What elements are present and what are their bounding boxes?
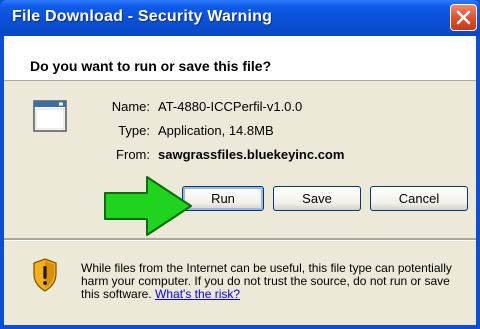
title-bar[interactable]: File Download - Security Warning [0,0,480,36]
close-button[interactable] [450,4,477,31]
cancel-button[interactable]: Cancel [370,186,468,211]
window-title: File Download - Security Warning [12,8,273,25]
green-arrow-icon [104,176,192,236]
shield-warning-icon [33,258,57,292]
whats-the-risk-link[interactable]: What's the risk? [155,287,240,301]
name-label: Name: [111,99,150,114]
type-value: Application, 14.8MB [158,123,274,138]
from-value: sawgrassfiles.bluekeyinc.com [158,147,345,162]
download-dialog-window: File Download - Security Warning Do you … [0,0,480,329]
type-label: Type: [118,123,150,138]
warning-text: While files from the Internet can be use… [81,262,471,301]
from-label: From: [116,147,150,162]
application-icon [33,100,67,132]
question-text: Do you want to run or save this file? [30,58,272,74]
name-value: AT-4880-ICCPerfil-v1.0.0 [158,99,303,114]
warning-message: While files from the Internet can be use… [81,261,452,301]
save-button[interactable]: Save [273,186,361,211]
close-icon [456,10,471,25]
